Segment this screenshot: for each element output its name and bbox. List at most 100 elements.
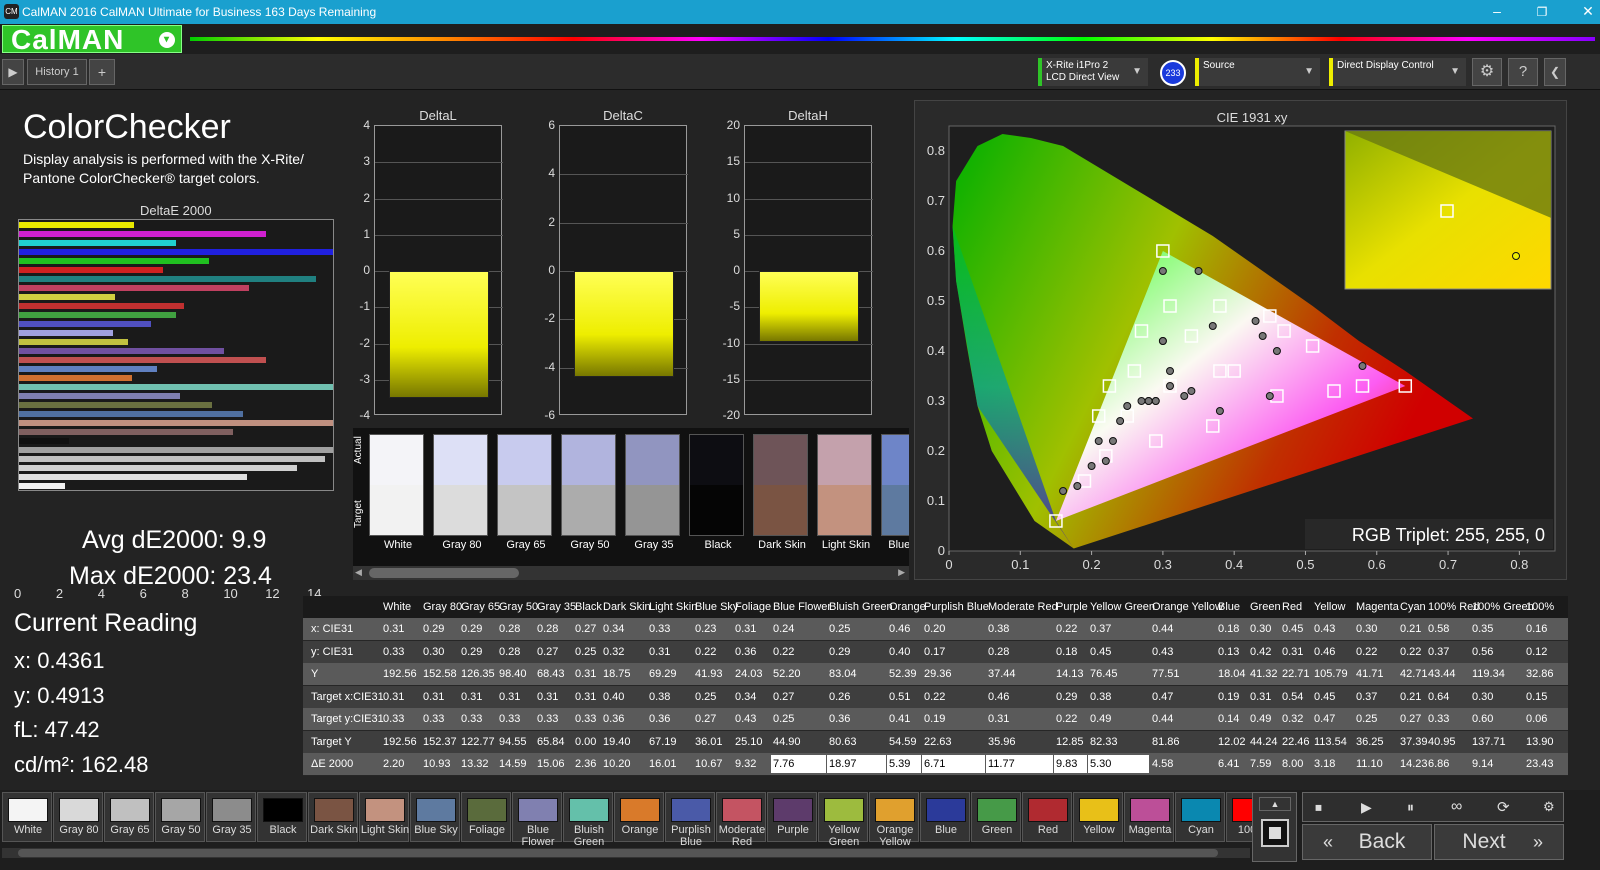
swatch-actual — [690, 435, 743, 485]
play-button-icon[interactable]: ▶ — [1361, 799, 1372, 816]
swatch-label: Dark Skin — [758, 539, 806, 551]
gridline — [560, 222, 688, 224]
stop-button-icon[interactable]: ⏹ — [1315, 799, 1322, 816]
meter-selector[interactable]: X-Rite i1Pro 2 LCD Direct View ▼ — [1038, 58, 1148, 86]
swatch-name: Orange — [621, 824, 659, 836]
add-tab-button[interactable]: + — [89, 59, 115, 85]
delta-chart-deltah: DeltaH 20 15 10 5 0 -5 -10 -15 -20 — [723, 92, 898, 428]
record-controls: ▲ — [1252, 792, 1297, 862]
gear-icon[interactable]: ⚙ — [1472, 58, 1502, 86]
swatch-scrollbar[interactable]: ◀ ▶ — [353, 566, 909, 580]
minimize-button[interactable]: – — [1487, 3, 1507, 19]
footer-swatch-light-skin[interactable]: Light Skin — [359, 792, 409, 842]
swatch-blue-sky[interactable]: Blue Sky — [881, 434, 909, 551]
table-header-cell: Blue Sky — [695, 601, 739, 613]
footer-scrollbar[interactable] — [2, 848, 1250, 858]
scroll-up-icon[interactable]: ▲ — [1259, 797, 1291, 811]
swatch-color — [926, 798, 966, 822]
footer-swatch-red[interactable]: Red — [1022, 792, 1072, 842]
table-cell: 29.36 — [924, 668, 952, 680]
help-icon[interactable]: ? — [1508, 58, 1538, 86]
footer-swatch-purplish-blue[interactable]: Purplish Blue — [665, 792, 715, 848]
scroll-right-icon[interactable]: ▶ — [898, 567, 905, 578]
swatch-gray-35[interactable]: Gray 35 — [625, 434, 680, 551]
settings-small-icon[interactable]: ⚙ — [1543, 799, 1555, 815]
next-button[interactable]: Next » — [1434, 824, 1564, 860]
swatch-light-skin[interactable]: Light Skin — [817, 434, 872, 551]
table-cell: 14.23 — [1400, 758, 1428, 770]
source-selector[interactable]: Source ▼ — [1195, 58, 1320, 86]
pause-icon[interactable]: ⏸ — [1407, 799, 1414, 816]
maximize-button[interactable]: ❐ — [1532, 5, 1552, 19]
table-cell: 0.22 — [1400, 645, 1422, 658]
swatch-label: Black — [704, 539, 732, 551]
table-cell: 0.33 — [383, 713, 405, 725]
table-cell: 0.27 — [575, 623, 597, 635]
footer-swatch-white[interactable]: White — [2, 792, 52, 842]
delta-y-tick: 6 — [548, 118, 555, 132]
footer-swatch-gray-50[interactable]: Gray 50 — [155, 792, 205, 842]
play-icon[interactable]: ▶ — [2, 59, 24, 85]
swatch-actual — [882, 435, 909, 485]
table-cell: 36.25 — [1356, 735, 1384, 748]
footer-swatch-black[interactable]: Black — [257, 792, 307, 842]
collapse-icon[interactable]: ❮ — [1544, 58, 1566, 86]
delta-y-tick: -1 — [359, 299, 370, 314]
table-cell: 0.33 — [1428, 713, 1450, 725]
table-cell: 67.19 — [649, 735, 677, 748]
tab-history-1[interactable]: History 1 — [27, 59, 87, 85]
table-cell: 69.29 — [649, 668, 677, 680]
swatch-gray-50[interactable]: Gray 50 — [561, 434, 616, 551]
footer-swatch-cyan[interactable]: Cyan — [1175, 792, 1225, 842]
cie-x-tick: 0.2 — [1083, 557, 1101, 572]
footer-swatch-gray-35[interactable]: Gray 35 — [206, 792, 256, 842]
refresh-icon[interactable]: ⟳ — [1497, 798, 1510, 816]
table-cell: 43.44 — [1428, 668, 1456, 680]
footer-swatch-orange[interactable]: Orange — [614, 792, 664, 842]
footer-swatch-purple[interactable]: Purple — [767, 792, 817, 842]
close-button[interactable]: ✕ — [1578, 3, 1598, 20]
calman-menu-button[interactable]: CalMAN ▾ — [2, 24, 182, 55]
display-selector[interactable]: Direct Display Control ▼ — [1329, 58, 1466, 86]
delta-bar — [389, 271, 489, 398]
scroll-thumb[interactable] — [369, 568, 519, 578]
swatch-gray-80[interactable]: Gray 80 — [433, 434, 488, 551]
swatch-gray-65[interactable]: Gray 65 — [497, 434, 552, 551]
footer-swatch-orange-yellow[interactable]: Orange Yellow — [869, 792, 919, 848]
swatch-white[interactable]: White — [369, 434, 424, 551]
footer-swatch-blue[interactable]: Blue — [920, 792, 970, 842]
back-button[interactable]: « Back — [1302, 824, 1432, 860]
table-cell: 13.90 — [1526, 735, 1554, 748]
table-cell: 37.39 — [1400, 735, 1428, 748]
actual-marker — [1144, 397, 1153, 405]
footer-swatch-bluish-green[interactable]: Bluish Green — [563, 792, 613, 848]
footer-scroll-thumb[interactable] — [18, 849, 1218, 857]
footer-swatch-gray-65[interactable]: Gray 65 — [104, 792, 154, 842]
footer-swatch-moderate-red[interactable]: Moderate Red — [716, 792, 766, 848]
playback-controls: ⏹ ▶ ⏸ ∞ ⟳ ⚙ — [1302, 792, 1564, 822]
stop-icon[interactable] — [1261, 819, 1289, 847]
meter-badge[interactable]: 233 — [1160, 60, 1186, 86]
footer-swatch-yellow[interactable]: Yellow — [1073, 792, 1123, 842]
swatch-dark-skin[interactable]: Dark Skin — [753, 434, 808, 551]
footer-swatch-gray-80[interactable]: Gray 80 — [53, 792, 103, 842]
delta-y-tick: 2 — [548, 214, 555, 229]
table-cell: 14.13 — [1056, 668, 1084, 680]
footer-swatch-magenta[interactable]: Magenta — [1124, 792, 1174, 842]
footer-swatch-yellow-green[interactable]: Yellow Green — [818, 792, 868, 848]
swatch-black[interactable]: Black — [689, 434, 744, 551]
row-label: Target x:CIE31 — [311, 690, 384, 703]
logo-text: CalMAN — [11, 24, 125, 55]
swatch-name: Yellow — [1083, 824, 1115, 836]
footer-swatch-blue-sky[interactable]: Blue Sky — [410, 792, 460, 842]
table-cell: 0.25 — [575, 645, 597, 658]
loop-icon[interactable]: ∞ — [1451, 798, 1462, 816]
table-cell: 94.55 — [499, 735, 527, 748]
footer-swatch-dark-skin[interactable]: Dark Skin — [308, 792, 358, 842]
footer-swatch-green[interactable]: Green — [971, 792, 1021, 842]
scroll-left-icon[interactable]: ◀ — [355, 567, 362, 578]
table-row: ΔE 2000 2.20 10.93 13.32 14.59 15.06 2.36 10.20… — [303, 753, 1568, 775]
footer-swatch-foliage[interactable]: Foliage — [461, 792, 511, 842]
page-title: ColorChecker — [23, 108, 231, 146]
footer-swatch-blue-flower[interactable]: Blue Flower — [512, 792, 562, 848]
